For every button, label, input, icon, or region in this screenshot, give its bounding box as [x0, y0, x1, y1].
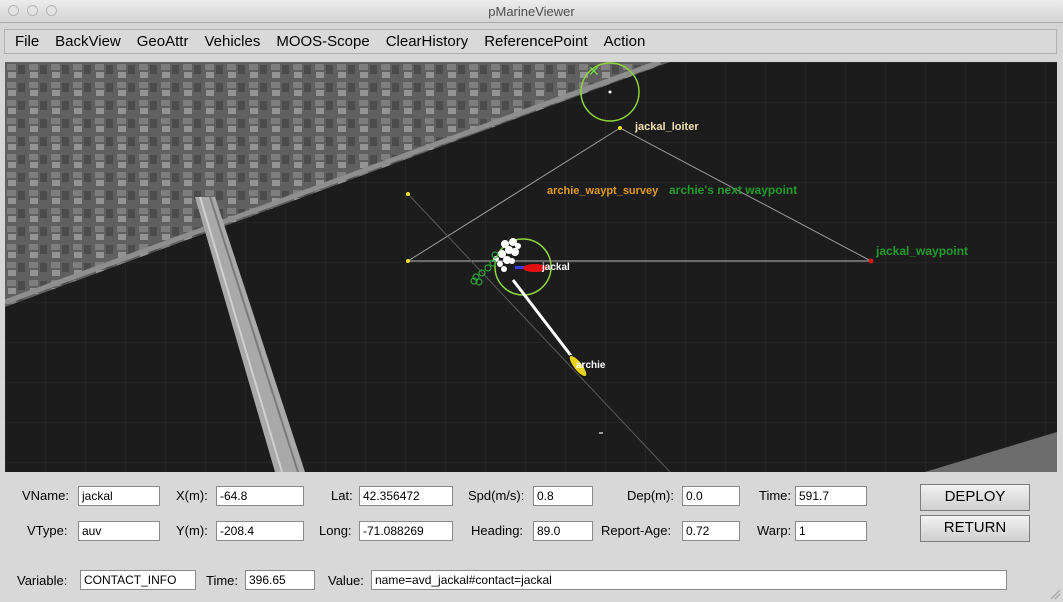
time-label: Time:	[759, 488, 792, 503]
x-label: X(m):	[176, 488, 208, 503]
archie-label: archie	[576, 360, 606, 371]
warp-field[interactable]: 1	[795, 521, 867, 541]
loiter-marker-icon: ✕	[588, 64, 600, 80]
menu-file[interactable]: File	[5, 30, 47, 53]
loiter-label: jackal_loiter	[635, 121, 699, 133]
vehicle-info-panel: VName: jackal X(m): -64.8 Lat: 42.356472…	[0, 472, 1063, 602]
variable-field[interactable]: CONTACT_INFO	[80, 570, 196, 590]
vtype-label: VType:	[27, 523, 68, 538]
y-field[interactable]: -208.4	[216, 521, 304, 541]
jackal-waypoint-dot[interactable]	[868, 258, 874, 264]
resize-grip-icon[interactable]	[1049, 588, 1061, 600]
variable-time-field[interactable]: 396.65	[245, 570, 315, 590]
jackal-waypoint-label: jackal_waypoint	[876, 244, 969, 258]
next-waypoint-label: archie's next waypoint	[669, 183, 798, 197]
vname-field[interactable]: jackal	[78, 486, 160, 506]
survey-label: archie_waypt_survey	[547, 185, 659, 197]
return-button[interactable]: RETURN	[920, 515, 1030, 542]
loiter-center-point	[608, 90, 612, 94]
dep-field[interactable]: 0.0	[682, 486, 740, 506]
warp-label: Warp:	[757, 523, 792, 538]
variable-value-field[interactable]: name=avd_jackal#contact=jackal	[371, 570, 1007, 590]
variable-time-label: Time:	[206, 573, 239, 588]
menu-vehicles[interactable]: Vehicles	[196, 30, 268, 53]
variable-value-label: Value:	[328, 573, 364, 588]
survey-waypoint-dot[interactable]	[406, 259, 410, 263]
water-speck	[599, 432, 603, 434]
x-field[interactable]: -64.8	[216, 486, 304, 506]
heading-field[interactable]: 89.0	[533, 521, 593, 541]
report-age-label: Report-Age:	[601, 523, 672, 538]
survey-waypoint-dot[interactable]	[406, 192, 410, 196]
menu-backview[interactable]: BackView	[47, 30, 129, 53]
spd-field[interactable]: 0.8	[533, 486, 593, 506]
time-field[interactable]: 591.7	[795, 486, 867, 506]
spd-label: Spd(m/s):	[468, 488, 525, 503]
menu-referencepoint[interactable]: ReferencePoint	[476, 30, 595, 53]
dep-label: Dep(m):	[627, 488, 674, 503]
lat-label: Lat:	[331, 488, 353, 503]
loiter-waypoint-dot[interactable]	[618, 126, 622, 130]
long-field[interactable]: -71.088269	[359, 521, 453, 541]
map-view[interactable]: ✕ jackal_loiter archie_waypt_survey arch…	[5, 62, 1057, 472]
deploy-button[interactable]: DEPLOY	[920, 484, 1030, 511]
map-canvas: ✕	[5, 62, 1057, 472]
menu-geoattr[interactable]: GeoAttr	[129, 30, 197, 53]
menu-action[interactable]: Action	[596, 30, 654, 53]
menu-clearhistory[interactable]: ClearHistory	[378, 30, 477, 53]
jackal-label: jackal	[542, 262, 570, 273]
lat-field[interactable]: 42.356472	[359, 486, 453, 506]
menu-bar: File BackView GeoAttr Vehicles MOOS-Scop…	[4, 29, 1057, 54]
long-label: Long:	[319, 523, 352, 538]
vtype-field[interactable]: auv	[78, 521, 160, 541]
report-age-field[interactable]: 0.72	[682, 521, 740, 541]
y-label: Y(m):	[176, 523, 208, 538]
window-title: pMarineViewer	[488, 4, 575, 19]
heading-label: Heading:	[471, 523, 524, 538]
vname-label: VName:	[22, 488, 69, 503]
variable-label: Variable:	[17, 573, 68, 588]
menu-moos-scope[interactable]: MOOS-Scope	[268, 30, 377, 53]
title-bar: pMarineViewer	[0, 0, 1063, 23]
